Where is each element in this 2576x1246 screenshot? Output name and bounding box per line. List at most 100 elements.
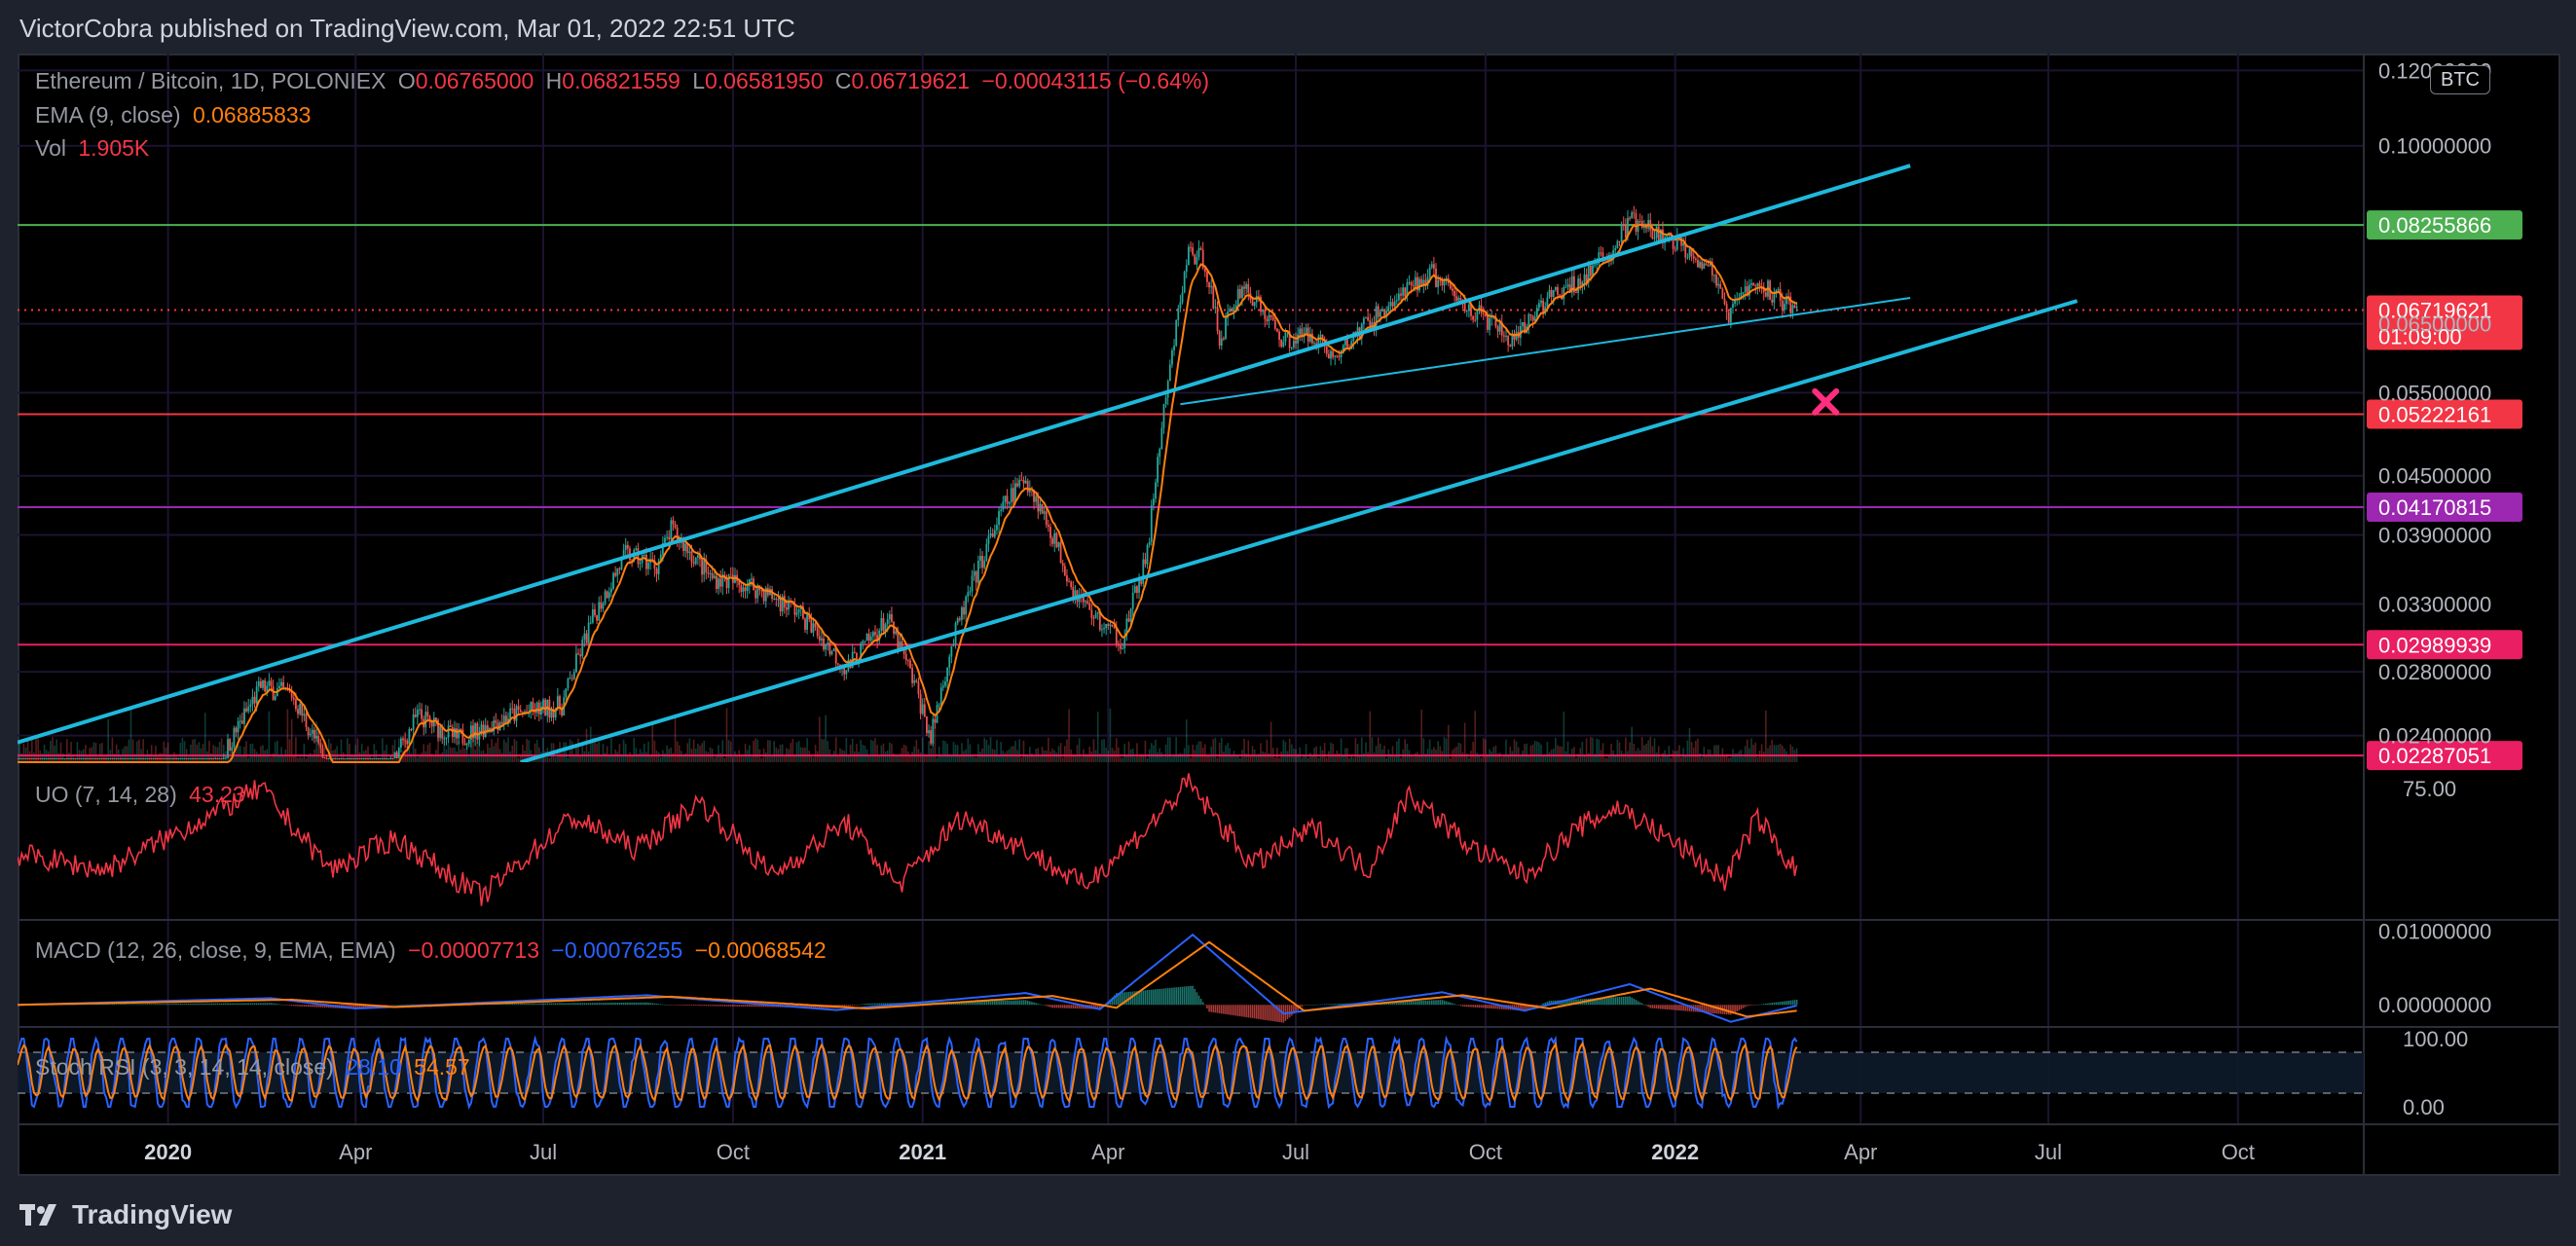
volume-bar — [884, 751, 887, 762]
macd-hist-bar — [1210, 1005, 1212, 1012]
volume-bar — [681, 751, 682, 762]
macd-hist-bar — [989, 1001, 992, 1006]
candle-body — [402, 738, 404, 741]
macd-hist-bar — [1730, 1005, 1732, 1015]
ema-label[interactable]: EMA (9, close) — [35, 102, 181, 128]
macd-hist-bar — [645, 1002, 647, 1006]
macd-hist-bar — [142, 1004, 144, 1006]
macd-label[interactable]: MACD (12, 26, close, 9, EMA, EMA) — [35, 937, 396, 963]
macd-hist-bar — [1043, 1005, 1046, 1006]
macd-hist-bar — [865, 1003, 868, 1006]
volume-bar — [806, 738, 808, 762]
macd-hist-bar — [233, 1003, 236, 1006]
macd-hist-bar — [1433, 1000, 1435, 1006]
candle-body — [668, 536, 671, 539]
candle-body — [1024, 480, 1027, 484]
candle-body — [1408, 281, 1411, 283]
candle-body — [1362, 317, 1365, 324]
candle-body — [313, 729, 315, 739]
candle-body — [1750, 282, 1752, 285]
volume-bar — [944, 741, 946, 762]
macd-hist-bar — [262, 1003, 264, 1006]
candle-body — [386, 758, 387, 759]
candle-body — [159, 758, 162, 759]
macd-hist-bar — [214, 1003, 217, 1006]
macd-hist-bar — [1227, 1005, 1229, 1015]
volume-bar — [1160, 752, 1163, 762]
time-tick: Jul — [2035, 1140, 2062, 1164]
candle-body — [340, 758, 343, 759]
volume-bar — [1301, 757, 1304, 762]
candle-body — [1379, 311, 1381, 317]
macd-hist-bar — [581, 1003, 584, 1006]
tradingview-logo-icon[interactable] — [19, 1202, 62, 1228]
candle-body — [1367, 316, 1370, 321]
macd-hist-bar — [686, 1005, 689, 1007]
macd-hist-bar — [166, 1004, 169, 1006]
symbol-label[interactable]: Ethereum / Bitcoin, 1D, POLONIEX — [35, 68, 386, 93]
candle-body — [280, 681, 282, 686]
macd-hist-bar — [614, 1003, 616, 1006]
volume-bar — [1227, 743, 1229, 762]
candle-body — [899, 641, 902, 648]
candle-body — [1155, 482, 1157, 499]
candle-body — [1236, 288, 1239, 306]
vol-label[interactable]: Vol — [35, 135, 66, 161]
volume-bar — [812, 756, 815, 762]
volume-bar — [1204, 744, 1206, 762]
candle-body — [268, 680, 271, 686]
macd-hist-bar — [1120, 992, 1122, 1006]
macd-hist-bar — [1206, 1005, 1208, 1009]
candle-body — [1171, 349, 1173, 365]
candle-body — [1241, 286, 1243, 299]
macd-hist-bar — [1328, 1004, 1330, 1006]
candle-body — [1243, 286, 1245, 289]
macd-hist-bar — [711, 1005, 714, 1007]
volume-bar — [721, 740, 724, 762]
candle-body — [222, 758, 225, 759]
macd-hist-bar — [179, 1004, 182, 1006]
macd-hist-bar — [1309, 1005, 1311, 1006]
candle-body — [456, 728, 458, 739]
candle-body — [1234, 305, 1237, 308]
macd-hist-bar — [1216, 1005, 1219, 1013]
volume-bar — [166, 743, 169, 762]
candle-body — [823, 638, 825, 650]
candle-body — [1487, 315, 1489, 330]
candle-body — [1292, 340, 1295, 348]
macd-hist-bar — [639, 1002, 642, 1006]
cross-marker[interactable] — [1812, 387, 1840, 416]
volume-bar — [891, 743, 893, 762]
macd-hist-bar — [1616, 997, 1619, 1006]
candle-body — [1330, 350, 1332, 359]
chart-canvas[interactable]: 0.082558660.0671962101:09:000.052221610.… — [18, 54, 2560, 1176]
candle-body — [1041, 503, 1044, 514]
candle-body — [1707, 265, 1710, 267]
macd-hist-bar — [1212, 1005, 1215, 1013]
volume-bar — [373, 744, 376, 762]
candle-body — [569, 678, 571, 679]
macd-hist-bar — [1286, 1005, 1289, 1019]
uo-label[interactable]: UO (7, 14, 28) — [35, 782, 177, 807]
macd-hist-bar — [1660, 1005, 1662, 1009]
candle-body — [950, 645, 953, 657]
volume-bar — [441, 751, 444, 762]
volume-bar — [697, 743, 699, 762]
macd-hist-bar — [1208, 1005, 1210, 1012]
candle-body — [416, 710, 419, 717]
macd-hist-bar — [557, 1003, 559, 1006]
candle-body — [1117, 643, 1120, 646]
currency-badge[interactable]: BTC — [2430, 65, 2490, 94]
volume-bar — [251, 744, 254, 762]
macd-hist-bar — [607, 1003, 610, 1006]
macd-hist-bar — [1185, 986, 1188, 1006]
macd-hist-bar — [1064, 1005, 1066, 1008]
candle-body — [703, 560, 706, 575]
macd-hist-bar — [1437, 1000, 1439, 1006]
macd-hist-bar — [402, 1004, 404, 1006]
vol-legend: Vol 1.905K — [35, 135, 155, 162]
candle-body — [535, 702, 538, 714]
volume-bar — [124, 746, 126, 762]
stoch-label[interactable]: Stoch RSI (3, 3, 14, 14, close) — [35, 1054, 334, 1080]
volume-bar — [1010, 746, 1012, 762]
